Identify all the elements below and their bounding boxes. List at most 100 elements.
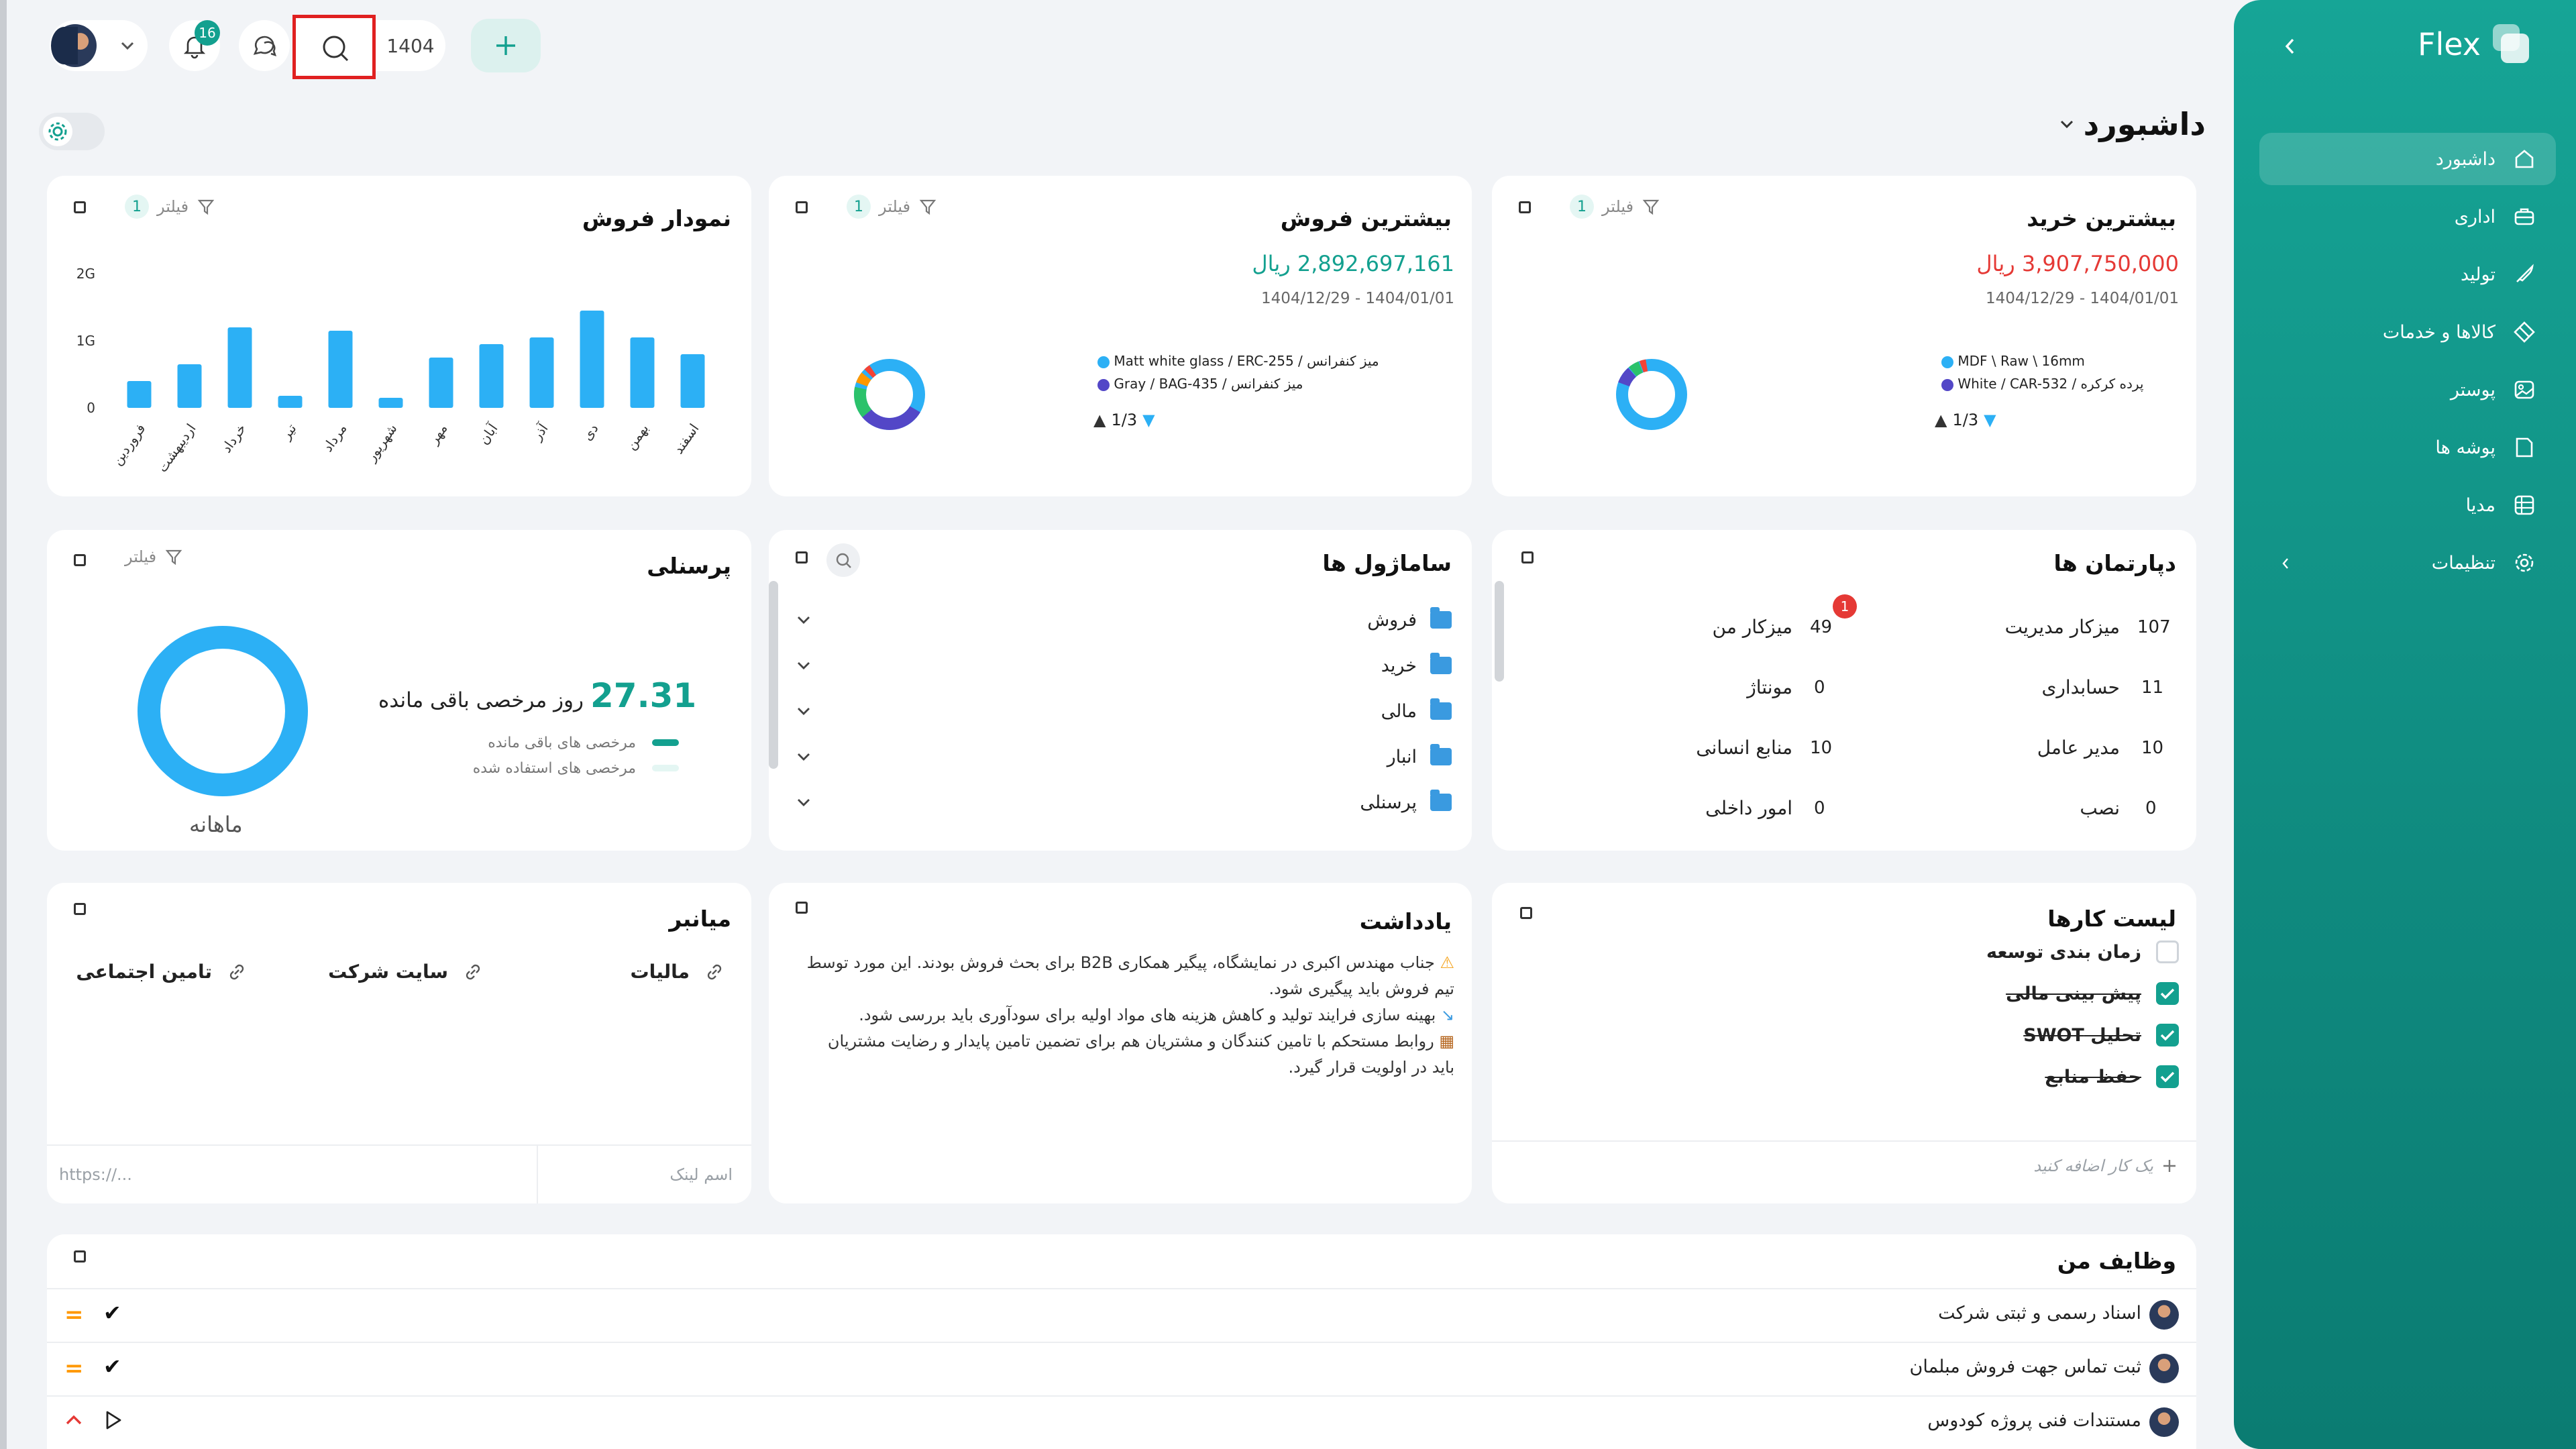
pager[interactable]: ▲ 1/3 ▼ — [1093, 411, 1155, 429]
task-checkbox[interactable] — [2156, 941, 2179, 963]
bar[interactable] — [580, 311, 604, 408]
dept-label[interactable]: مونتاژ — [1747, 676, 1792, 698]
folder-icon — [1430, 653, 1452, 674]
donut-chart — [1616, 359, 1687, 430]
settings-toggle[interactable] — [39, 113, 105, 150]
task-checkbox[interactable] — [2156, 1065, 2179, 1088]
x-tick-label: دی — [579, 421, 602, 443]
plus-icon — [2163, 1160, 2176, 1172]
bar[interactable] — [680, 354, 705, 408]
collapse-checkbox[interactable] — [74, 201, 86, 213]
sidebar-item-production[interactable]: تولید — [2259, 248, 2556, 301]
chevron-down-icon[interactable] — [796, 614, 812, 626]
dept-label[interactable]: منابع انسانی — [1696, 737, 1792, 759]
page-title-row[interactable]: داشبورد — [2059, 106, 2206, 142]
pager[interactable]: ▲ 1/3 ▼ — [1935, 411, 1996, 429]
collapse-checkbox[interactable] — [796, 201, 808, 213]
scrollbar[interactable] — [769, 581, 778, 769]
check-icon[interactable]: ✔ — [103, 1300, 121, 1326]
task-label: پیش بینی مالی — [2006, 983, 2141, 1004]
sidebar-item-settings[interactable]: تنظیمات — [2259, 537, 2556, 589]
task-checkbox[interactable] — [2156, 1024, 2179, 1046]
bar[interactable] — [429, 358, 453, 408]
link-name-input[interactable]: اسم لینک — [538, 1146, 751, 1203]
pager-prev-icon[interactable]: ▲ — [1935, 411, 1947, 429]
search-button[interactable] — [292, 15, 376, 79]
play-icon[interactable] — [103, 1409, 123, 1432]
bar[interactable] — [529, 337, 554, 408]
sidebar-item-office[interactable]: اداری — [2259, 191, 2556, 243]
sidebar-item-poster[interactable]: پوستر — [2259, 364, 2556, 416]
card-title: بیشترین خرید — [2027, 205, 2176, 231]
add-task-input[interactable]: یک کار اضافه کنید — [2033, 1157, 2178, 1175]
org-item[interactable]: پرسنلی — [796, 786, 1452, 818]
check-icon[interactable]: ✔ — [103, 1354, 121, 1379]
dept-label[interactable]: میزکار مدیریت — [2005, 616, 2120, 638]
collapse-checkbox[interactable] — [74, 1250, 86, 1263]
chevron-down-icon[interactable] — [796, 705, 812, 717]
pager-next-icon[interactable]: ▼ — [1984, 411, 1996, 429]
bar[interactable] — [177, 364, 202, 408]
filter-button[interactable]: 1 فیلتر — [1570, 195, 1660, 219]
filter-button[interactable]: 1 فیلتر — [847, 195, 937, 219]
search-button[interactable] — [826, 543, 860, 577]
org-item[interactable]: انبار — [796, 741, 1452, 773]
filter-button[interactable]: فیلتر — [125, 547, 183, 566]
filter-button[interactable]: 1 فیلتر — [125, 195, 215, 219]
pager-next-icon[interactable]: ▼ — [1142, 411, 1155, 429]
collapse-checkbox[interactable] — [1520, 907, 1532, 919]
collapse-checkbox[interactable] — [74, 903, 86, 915]
period-label[interactable]: ماهانه — [189, 812, 243, 837]
org-item[interactable]: خرید — [796, 649, 1452, 682]
task-row[interactable]: مستندات فنی پروژه کودوس — [47, 1397, 2196, 1449]
sidebar-item-goods-services[interactable]: کالاها و خدمات — [2259, 306, 2556, 358]
shortcut-link[interactable]: سایت شرکت — [328, 961, 483, 983]
pager-prev-icon[interactable]: ▲ — [1093, 411, 1106, 429]
collapse-checkbox[interactable] — [796, 551, 808, 564]
note-text[interactable]: ⚠ جناب مهندس اکبری در نمایشگاه، پیگیر هم… — [784, 950, 1454, 1081]
sidebar-item-media[interactable]: مدیا — [2259, 479, 2556, 531]
sidebar-item-dashboard[interactable]: داشبورد — [2259, 133, 2556, 185]
bar[interactable] — [127, 381, 152, 408]
shortcut-link[interactable]: مالیات — [631, 961, 724, 983]
user-menu[interactable] — [50, 20, 148, 71]
page-scrollbar[interactable] — [0, 0, 7, 1449]
dept-label[interactable]: مدیر عامل — [2037, 737, 2120, 759]
chevron-down-icon[interactable] — [796, 659, 812, 672]
org-item[interactable]: مالی — [796, 695, 1452, 727]
notifications-button[interactable]: 16 — [169, 20, 220, 71]
org-item[interactable]: فروش — [796, 604, 1452, 636]
collapse-checkbox[interactable] — [1521, 551, 1534, 564]
chevron-down-icon[interactable] — [796, 751, 812, 763]
bar[interactable] — [227, 327, 252, 408]
priority-medium-icon: = — [64, 1355, 84, 1382]
dept-label[interactable]: امور داخلی — [1705, 797, 1792, 819]
bar[interactable] — [378, 398, 403, 408]
sidebar-item-folders[interactable]: پوشه ها — [2259, 421, 2556, 474]
task-row[interactable]: = ✔ ثبت تماس جهت فروش مبلمان — [47, 1343, 2196, 1395]
task-row[interactable]: = ✔ اسناد رسمی و ثبتی شرکت — [47, 1289, 2196, 1342]
bar[interactable] — [630, 337, 655, 408]
dept-label[interactable]: حسابداری — [2041, 676, 2120, 698]
chat-button[interactable] — [239, 20, 290, 71]
bar[interactable] — [278, 396, 303, 408]
amount: 2,892,697,161 ریال — [1252, 251, 1454, 276]
chevron-down-icon[interactable] — [796, 796, 812, 808]
sidebar-item-label: مدیا — [2465, 494, 2496, 516]
chevron-left-icon[interactable] — [2279, 555, 2292, 572]
dept-label[interactable]: نصب — [2080, 797, 2120, 819]
bar[interactable] — [479, 344, 504, 408]
collapse-checkbox[interactable] — [1519, 201, 1531, 213]
task-checkbox[interactable] — [2156, 982, 2179, 1005]
collapse-checkbox[interactable] — [796, 902, 808, 914]
link-url-input[interactable]: https://... — [47, 1146, 537, 1203]
collapse-sidebar-icon[interactable] — [2282, 36, 2298, 56]
shortcut-link[interactable]: تامین اجتماعی — [76, 961, 247, 983]
year-selector[interactable]: 1404 — [376, 20, 445, 71]
scrollbar[interactable] — [1495, 581, 1504, 682]
add-button[interactable] — [471, 19, 541, 72]
dept-label[interactable]: میزکار من — [1713, 616, 1793, 638]
collapse-checkbox[interactable] — [74, 554, 86, 566]
bar[interactable] — [328, 331, 353, 408]
legend-item: پرده کرکره / White / CAR-532 — [1941, 376, 2143, 398]
